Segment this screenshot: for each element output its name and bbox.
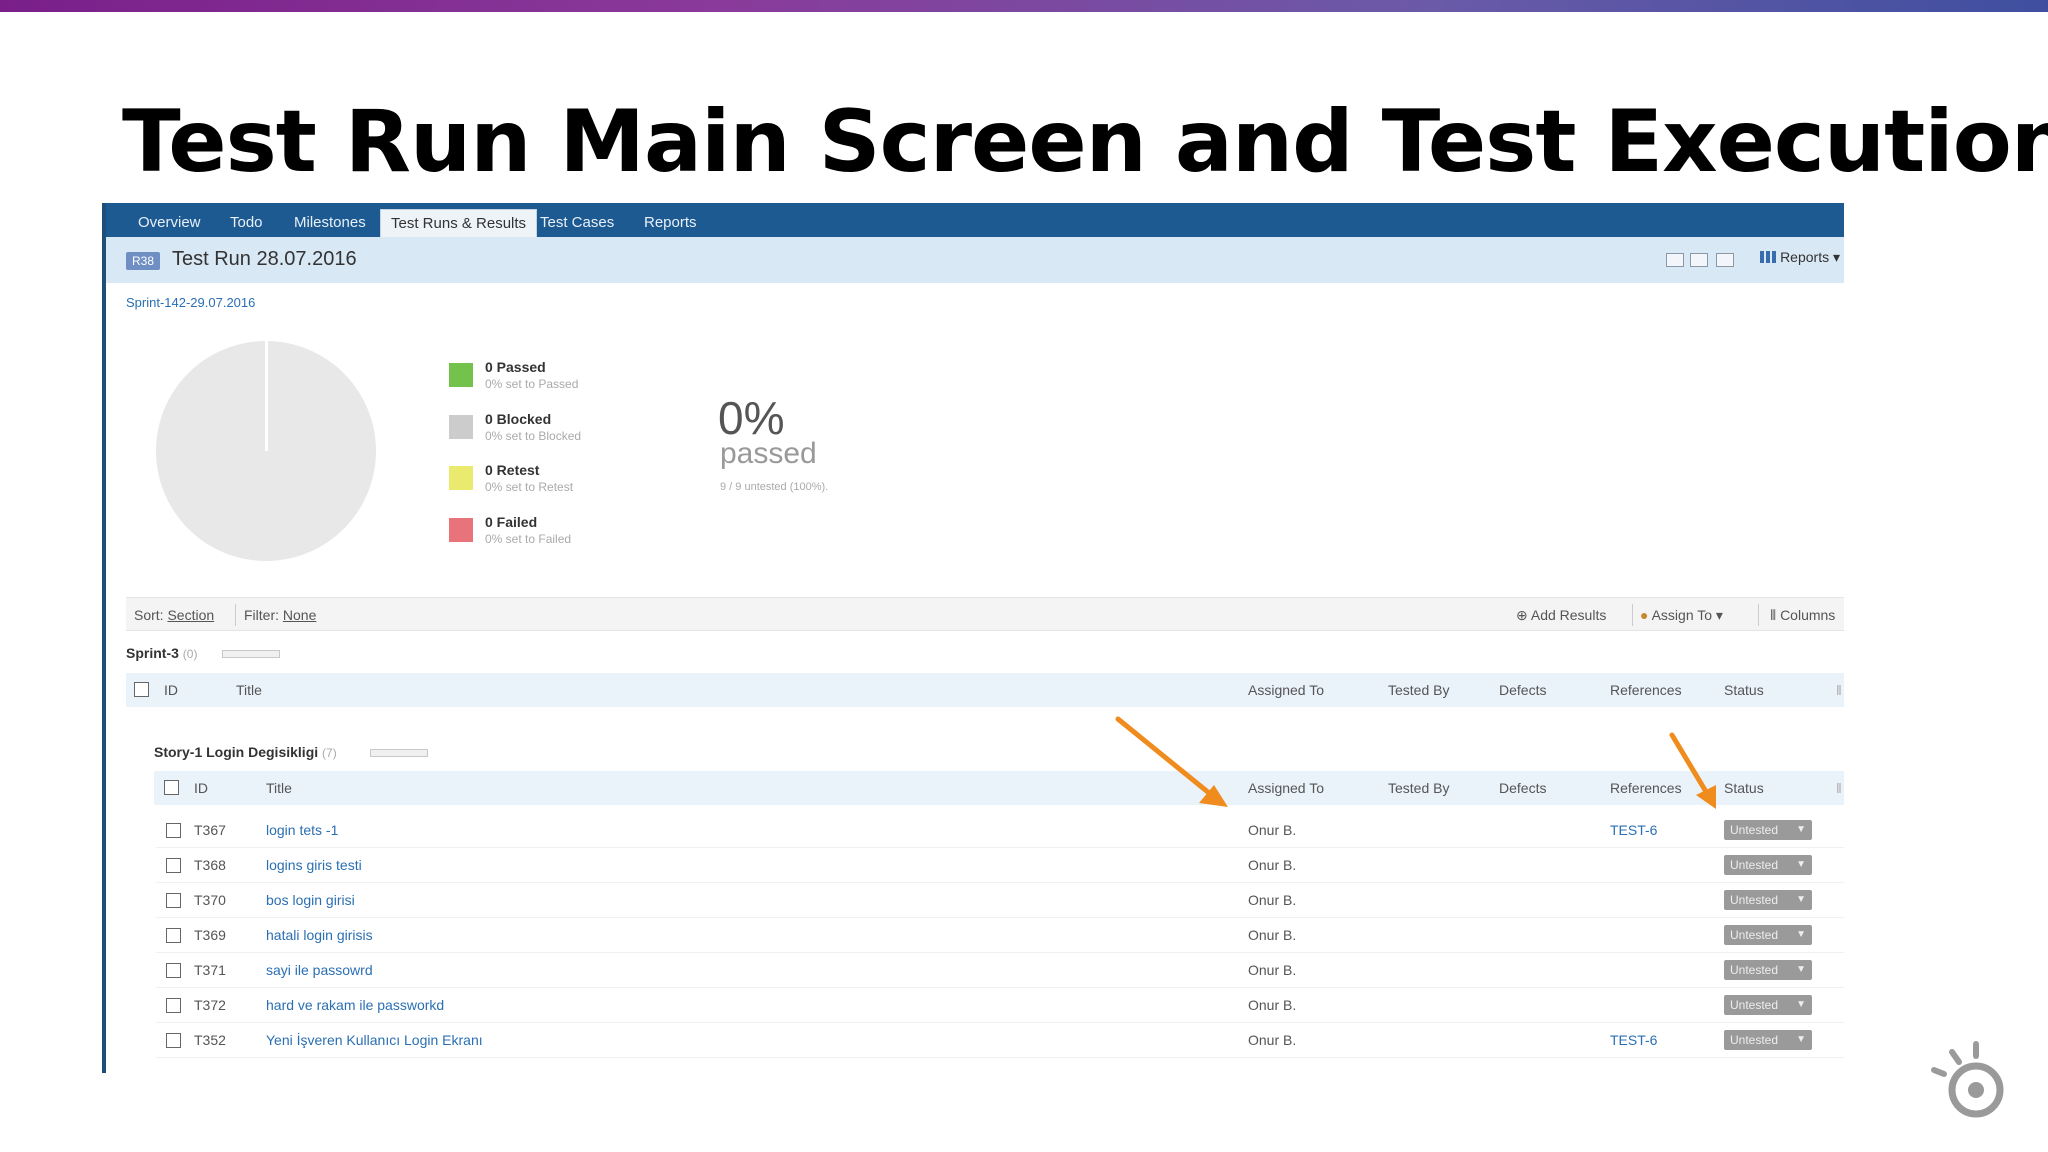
annotation-arrow-assigned <box>1115 716 1228 807</box>
annotation-arrow-status <box>1669 732 1716 809</box>
testrail-screenshot: Overview Todo Milestones Test Runs & Res… <box>102 203 1844 1073</box>
slide-accent-bar <box>0 0 2048 12</box>
brand-logo <box>1931 1041 2004 1118</box>
slide-title: Test Run Main Screen and Test Execution <box>122 92 2048 192</box>
annotation-arrows <box>1115 716 1716 809</box>
